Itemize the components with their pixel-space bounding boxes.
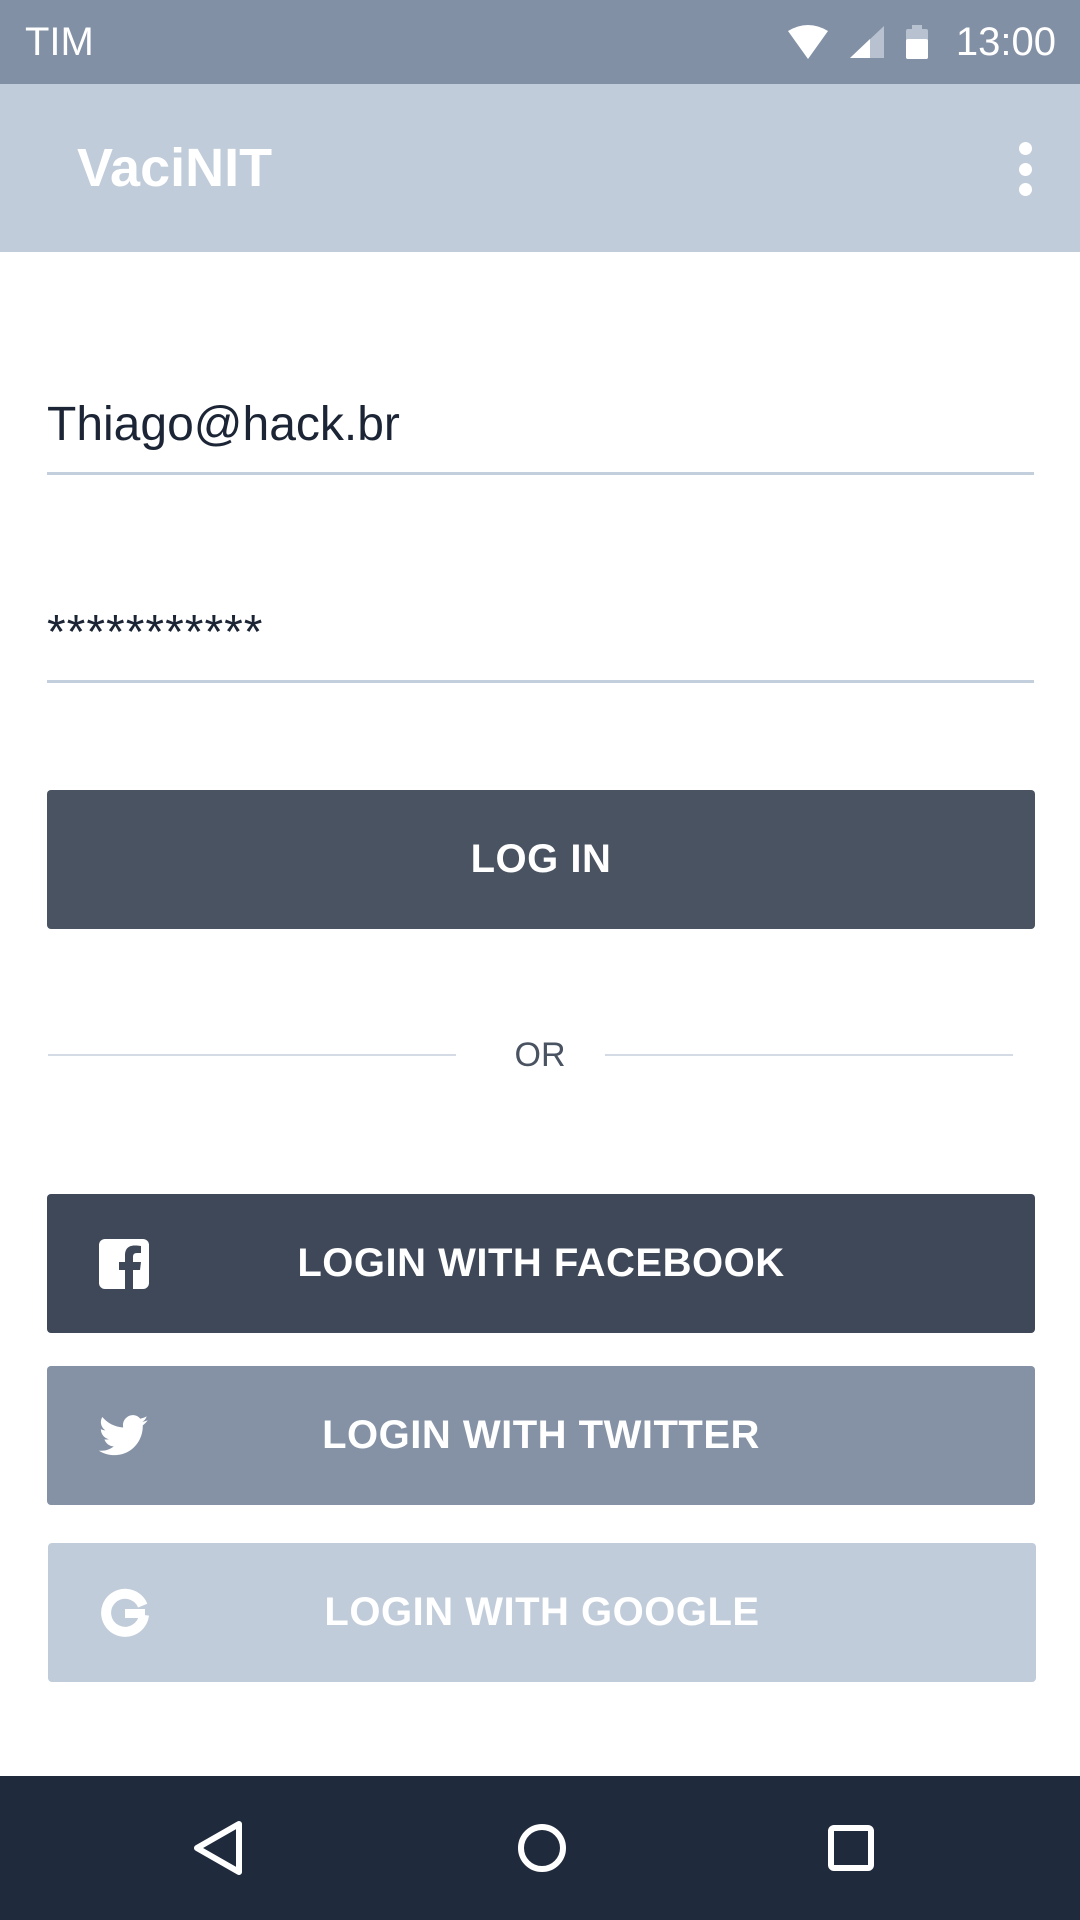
login-with-facebook-label: LOGIN WITH FACEBOOK (297, 1241, 785, 1285)
status-icons: 13:00 (787, 0, 1056, 84)
menu-dot (1018, 162, 1032, 176)
back-icon[interactable] (157, 1776, 277, 1920)
wifi-icon (787, 25, 828, 59)
menu-dot (1018, 142, 1032, 155)
battery-icon (905, 25, 928, 59)
login-with-google-button[interactable]: LOGIN WITH GOOGLE (48, 1543, 1036, 1682)
app-bar: VaciNIT (0, 84, 1080, 252)
menu-dot (1018, 183, 1032, 196)
login-with-facebook-button[interactable]: LOGIN WITH FACEBOOK (47, 1194, 1035, 1333)
password-field[interactable] (47, 584, 1034, 683)
login-with-google-label: LOGIN WITH GOOGLE (324, 1590, 760, 1634)
carrier-name: TIM (25, 20, 94, 64)
status-bar: TIM 13:00 (0, 0, 1080, 84)
divider-right (605, 1054, 1013, 1056)
login-with-twitter-button[interactable]: LOGIN WITH TWITTER (47, 1366, 1035, 1505)
cell-signal-icon (849, 26, 884, 58)
log-in-button[interactable]: LOG IN (47, 790, 1035, 929)
divider-left (48, 1054, 456, 1056)
navigation-bar (0, 1776, 1080, 1920)
log-in-label: LOG IN (470, 837, 612, 881)
google-icon (100, 1588, 150, 1638)
home-icon[interactable] (482, 1776, 602, 1920)
or-separator: OR (514, 1036, 566, 1074)
facebook-icon (99, 1238, 149, 1289)
clock: 13:00 (955, 20, 1056, 64)
email-field[interactable] (47, 376, 1034, 475)
app-title: VaciNIT (77, 138, 273, 198)
twitter-icon (99, 1411, 149, 1461)
login-with-twitter-label: LOGIN WITH TWITTER (322, 1413, 760, 1457)
more-vert-icon[interactable] (1010, 142, 1040, 196)
recents-icon[interactable] (791, 1776, 911, 1920)
